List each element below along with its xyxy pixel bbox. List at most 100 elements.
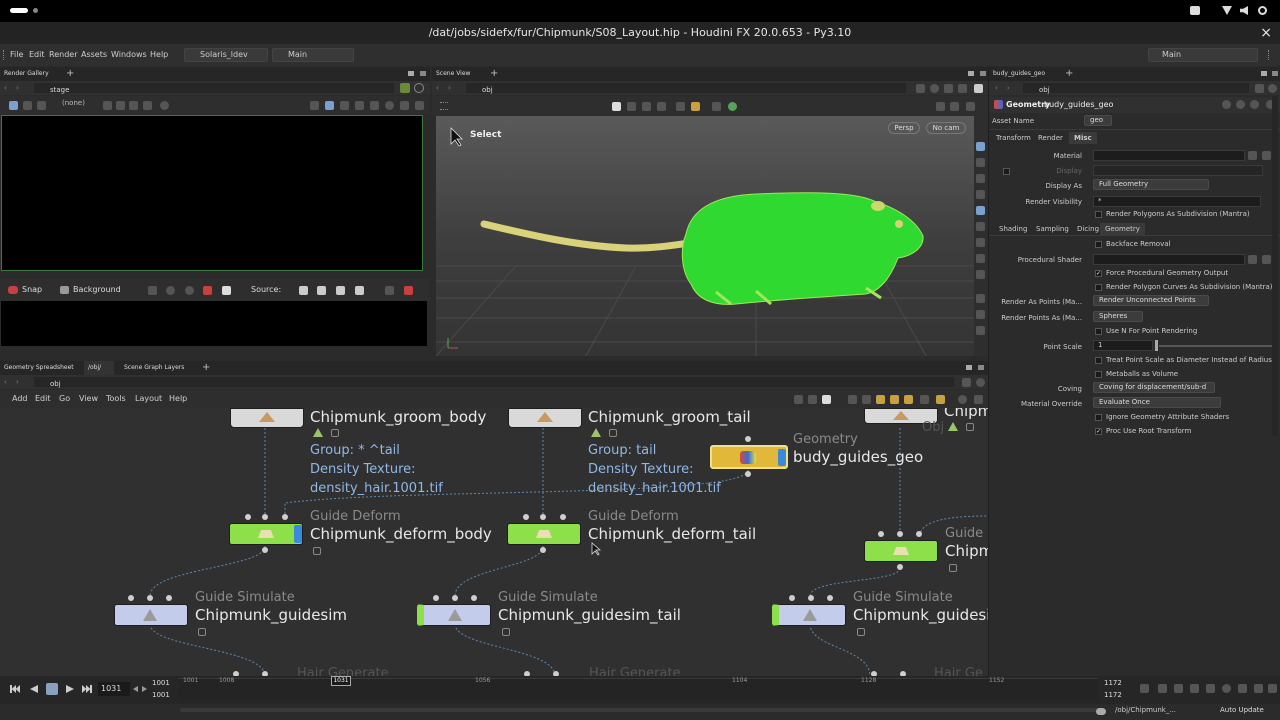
lock-icon[interactable] [313, 547, 321, 555]
input-connector[interactable] [282, 514, 288, 520]
snapshot-list[interactable] [1, 301, 427, 346]
input-connector[interactable] [128, 595, 134, 601]
curves-subdiv-checkbox[interactable] [1095, 284, 1102, 291]
network-option-icon[interactable] [890, 395, 899, 404]
display-option-icon[interactable] [936, 102, 945, 111]
lasso-tool-icon[interactable] [627, 102, 636, 111]
display-option-icon[interactable] [950, 102, 959, 111]
display-field[interactable] [1093, 165, 1263, 176]
deform-body-node[interactable] [229, 523, 303, 545]
pane-menu-icon[interactable] [1261, 71, 1267, 76]
obj-path-field[interactable]: obj [466, 83, 906, 94]
auto-update-button[interactable]: Auto Update [1220, 706, 1264, 714]
guides-geo-node[interactable] [710, 445, 788, 469]
network-menu-tools[interactable]: Tools [106, 390, 126, 408]
laser-tool-icon[interactable] [657, 102, 666, 111]
display-toggle-icon[interactable] [976, 238, 985, 247]
ignore-attr-checkbox[interactable] [1095, 414, 1102, 421]
tab-transform[interactable]: Transform [991, 132, 1036, 144]
pose-tool-icon[interactable] [676, 102, 685, 111]
help-icon[interactable] [1236, 100, 1245, 109]
viewer-option-icon[interactable] [944, 84, 953, 93]
deform-tail-node[interactable] [507, 523, 581, 545]
network-option-icon[interactable] [920, 395, 929, 404]
point-scale-slider-handle[interactable] [1155, 340, 1158, 351]
pane-close-icon[interactable] [978, 365, 984, 370]
back-icon[interactable]: ‹ [4, 375, 7, 389]
point-scale-field[interactable]: 1 [1093, 340, 1153, 351]
add-tab-icon[interactable]: + [1065, 67, 1073, 81]
tab-render-gallery[interactable]: Render Gallery [0, 67, 62, 81]
timeline-tool-icon[interactable] [1206, 684, 1215, 693]
network-option-icon[interactable] [876, 395, 885, 404]
metaballs-checkbox[interactable] [1095, 371, 1102, 378]
groom-body-node[interactable] [230, 408, 304, 428]
add-tab-icon[interactable]: + [66, 67, 74, 81]
display-toggle-icon[interactable] [976, 270, 985, 279]
link-icon[interactable] [1268, 84, 1277, 93]
network-option-icon[interactable] [904, 395, 913, 404]
input-connector[interactable] [827, 595, 833, 601]
snap-button[interactable]: Snap [22, 285, 42, 294]
input-connector[interactable] [452, 595, 458, 601]
layout-1-icon[interactable] [299, 286, 308, 295]
display-toggle-icon[interactable] [976, 326, 985, 335]
use-n-checkbox[interactable] [1095, 328, 1102, 335]
current-frame-field[interactable]: 1031 [98, 682, 130, 696]
search-icon[interactable] [1250, 100, 1259, 109]
link-icon[interactable] [976, 378, 985, 387]
wrench-icon[interactable] [794, 395, 803, 404]
network-menu-go[interactable]: Go [59, 390, 70, 408]
range-end-2[interactable]: 1172 [1104, 691, 1122, 699]
display-toggle-icon[interactable] [976, 222, 985, 231]
layout-3-icon[interactable] [336, 286, 345, 295]
output-connector[interactable] [540, 547, 546, 553]
power-icon[interactable] [1258, 6, 1267, 15]
add-tab-icon[interactable]: + [490, 67, 498, 81]
lock-icon[interactable] [198, 628, 206, 636]
pane-close-icon[interactable] [1272, 71, 1278, 76]
input-connector[interactable] [433, 595, 439, 601]
network-option-icon[interactable] [974, 395, 983, 404]
points-mode-select[interactable]: Spheres [1093, 311, 1143, 322]
display-flag-icon[interactable] [294, 525, 302, 543]
polys-subdiv-checkbox[interactable] [1095, 211, 1102, 218]
timeline-tool-icon[interactable] [1268, 684, 1277, 693]
network-menu-view[interactable]: View [79, 390, 98, 408]
timeline-tool-icon[interactable] [1174, 684, 1183, 693]
gear-icon[interactable] [1222, 100, 1231, 109]
view-tool-icon[interactable] [728, 102, 737, 111]
viewer-option-icon[interactable] [916, 84, 925, 93]
groom-tail-node[interactable] [508, 408, 582, 428]
crosshair-icon[interactable] [143, 101, 152, 110]
sim-body-node[interactable] [114, 604, 188, 626]
step-back-icon[interactable] [133, 686, 138, 692]
input-connector[interactable] [523, 514, 529, 520]
forward-icon[interactable]: › [16, 81, 19, 95]
render-icon[interactable] [9, 101, 18, 110]
display-toggle-icon[interactable] [976, 206, 985, 215]
toggle-c-icon[interactable] [340, 101, 349, 110]
input-connector[interactable] [897, 531, 903, 537]
back-icon[interactable]: ‹ [995, 81, 998, 95]
deform-third-name[interactable]: Chipm [945, 542, 988, 560]
frame-ruler[interactable] [178, 678, 1098, 700]
toggle-d-icon[interactable] [355, 101, 364, 110]
network-option-icon[interactable] [808, 395, 817, 404]
input-connector[interactable] [166, 595, 172, 601]
op-chooser-icon[interactable] [1248, 151, 1257, 160]
network-path-field[interactable]: obj [34, 377, 954, 388]
display-toggle-icon[interactable] [976, 310, 985, 319]
background-icon[interactable] [60, 286, 69, 294]
sim-tail-name[interactable]: Chipmunk_guidesim_tail [498, 606, 681, 624]
handle-tool-icon[interactable] [691, 102, 700, 111]
snap-tool-icon[interactable] [712, 102, 721, 111]
sim-third-node[interactable] [772, 604, 846, 626]
lock-icon[interactable] [857, 628, 865, 636]
input-connector[interactable] [245, 514, 251, 520]
menu-help[interactable]: Help [150, 44, 168, 66]
groom-body-name[interactable]: Chipmunk_groom_body [310, 408, 486, 426]
b-icon[interactable] [185, 286, 194, 295]
subtab-geometry[interactable]: Geometry [1100, 223, 1145, 235]
input-connector[interactable] [560, 514, 566, 520]
